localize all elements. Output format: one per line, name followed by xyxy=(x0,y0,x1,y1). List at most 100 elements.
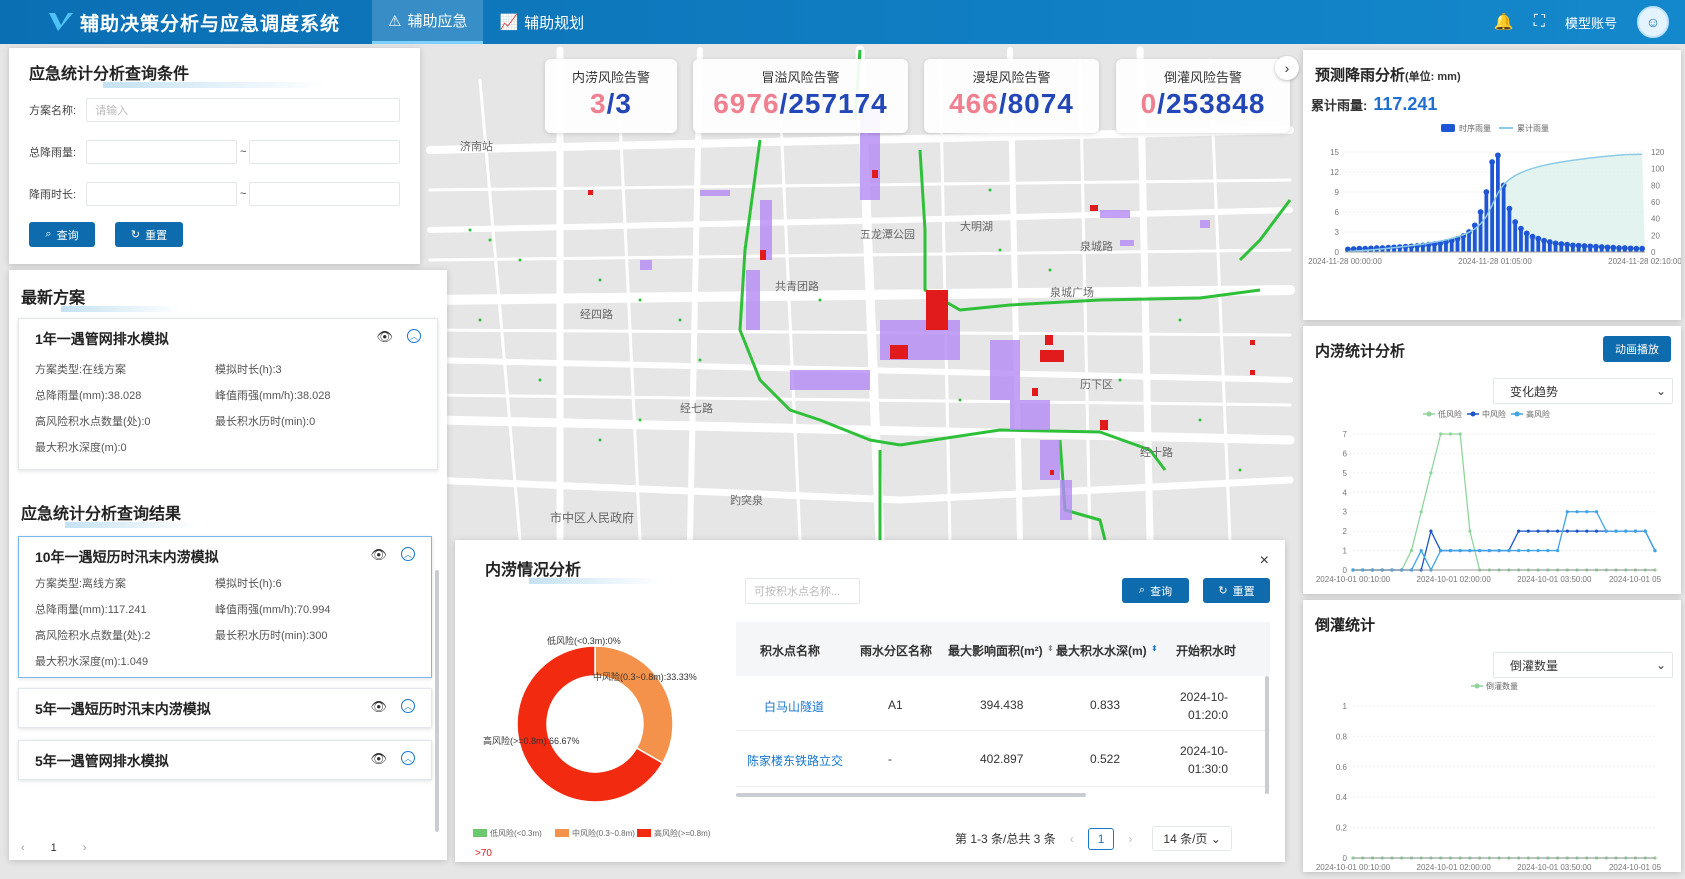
point-search-input[interactable]: 可按积水点名称... xyxy=(745,578,860,604)
account-name[interactable]: 模型账号 xyxy=(1565,13,1617,32)
series-line xyxy=(1353,511,1656,572)
alert-label: 倒灌风险告警 xyxy=(1163,70,1242,85)
acc-value: 117.241 xyxy=(1373,94,1438,114)
horizontal-scrollbar[interactable] xyxy=(736,793,1086,797)
page-size-select[interactable]: 14 条/页 ⌄ xyxy=(1152,826,1232,851)
card-title: 1年一遇管网排水模拟 xyxy=(35,331,169,347)
next-page-icon[interactable]: › xyxy=(1128,832,1132,846)
search-button[interactable]: ⌕ 查询 xyxy=(29,222,95,247)
duration-max-input[interactable] xyxy=(249,182,400,206)
data-point xyxy=(1526,529,1530,533)
y-tick-label: 0 xyxy=(1343,854,1348,863)
alert-embankment[interactable]: 漫堤风险告警 466/8074 xyxy=(924,59,1099,133)
prev-page-icon[interactable]: ‹ xyxy=(1070,832,1074,846)
rain-max-input[interactable] xyxy=(249,140,400,164)
nav-tab-emergency[interactable]: ⚠ 辅助应急 xyxy=(372,0,484,44)
eye-icon[interactable]: 👁 xyxy=(370,547,387,563)
eye-icon[interactable]: 👁 xyxy=(376,329,393,345)
chevron-down-icon: ⌄ xyxy=(1210,832,1221,846)
collapse-arrow-icon[interactable]: › xyxy=(1275,56,1299,80)
sim-duration: 模拟时长(h):6 xyxy=(215,578,282,590)
y-tick-label: 7 xyxy=(1343,430,1348,439)
reset-button[interactable]: ↻ 重置 xyxy=(115,222,183,247)
vertical-scrollbar[interactable] xyxy=(1265,676,1269,794)
sort-icon[interactable]: ⬍ xyxy=(1047,644,1054,653)
data-point xyxy=(1594,510,1599,514)
prev-page-icon[interactable]: ‹ xyxy=(21,842,25,854)
backflow-select[interactable]: 倒灌数量 ⌄ xyxy=(1493,652,1673,678)
data-point xyxy=(1458,548,1462,553)
alert-total: 253848 xyxy=(1165,88,1266,119)
close-icon[interactable]: × xyxy=(1260,552,1269,570)
bell-icon[interactable]: 🔔 xyxy=(1494,12,1514,32)
analysis-title: 内涝情况分析 xyxy=(485,556,705,584)
refresh-icon: ↻ xyxy=(1218,585,1228,597)
data-point xyxy=(1507,548,1511,553)
scrollbar[interactable] xyxy=(435,570,439,832)
data-point xyxy=(1458,432,1462,436)
collapse-icon[interactable]: ︿ xyxy=(407,329,421,343)
data-point xyxy=(1468,529,1472,533)
chart-icon: 📈 xyxy=(499,14,519,31)
alert-backflow[interactable]: 倒灌风险告警 0/253848 xyxy=(1116,59,1290,133)
range-sep: ~ xyxy=(240,146,247,158)
alert-overflow[interactable]: 冒溢风险告警 6976/257174 xyxy=(693,59,908,133)
peak-intensity: 峰值雨强(mm/h):38.028 xyxy=(215,390,331,402)
col-header: 雨水分区名称 xyxy=(860,644,933,658)
sort-icon[interactable]: ⬍ xyxy=(1151,644,1158,653)
data-point xyxy=(1429,529,1433,533)
analysis-search-button[interactable]: ⌕ 查询 xyxy=(1122,578,1189,603)
collapse-icon[interactable]: ︿ xyxy=(401,547,415,561)
point-name-link[interactable]: 白马山隧道 xyxy=(764,698,824,715)
legend-swatch xyxy=(473,829,487,837)
legend-marker xyxy=(1514,411,1520,417)
trend-select[interactable]: 变化趋势 ⌄ xyxy=(1493,378,1673,404)
fullscreen-icon[interactable]: ⛶ xyxy=(1534,13,1545,31)
rain-min-input[interactable] xyxy=(86,140,238,164)
legend-swatch xyxy=(555,829,569,837)
page-number[interactable]: 1 xyxy=(1087,827,1115,850)
eye-icon[interactable]: 👁 xyxy=(370,751,387,767)
nav-tab-planning[interactable]: 📈 辅助规划 xyxy=(483,0,600,44)
point-name-link[interactable]: 陈家楼东铁路立交 xyxy=(747,752,843,769)
rain-bar-cap xyxy=(1598,244,1605,250)
duration-min-input[interactable] xyxy=(86,182,238,206)
data-point xyxy=(1517,529,1521,533)
rain-bar xyxy=(1496,155,1500,252)
latest-card[interactable]: 1年一遇管网排水模拟 👁 ︿ 方案类型:在线方案 模拟时长(h):3 总降雨量(m… xyxy=(18,318,438,470)
legend-label: 累计雨量 xyxy=(1517,123,1549,133)
legend-label: 高风险(>=0.8m) xyxy=(654,828,711,838)
rain-bar-cap xyxy=(1558,241,1565,247)
collapse-icon[interactable]: ︿ xyxy=(401,751,415,765)
table-cell: 2024-10- xyxy=(1180,744,1229,758)
alert-waterlog[interactable]: 内涝风险告警 3/3 xyxy=(545,59,677,133)
result-card-1[interactable]: 10年一遇短历时汛末内涝模拟 👁 ︿ 方案类型:离线方案 模拟时长(h):6 总降… xyxy=(18,536,432,678)
map-label: 共青团路 xyxy=(775,280,819,293)
pie-slice xyxy=(594,645,674,765)
pie-label: 低风险(<0.3m):0% xyxy=(547,635,621,646)
rain-bar-cap xyxy=(1564,241,1570,248)
next-page-icon[interactable]: › xyxy=(83,842,87,854)
rain-bar-cap xyxy=(1541,237,1547,244)
eye-icon[interactable]: 👁 xyxy=(370,699,387,715)
chevron-down-icon: ⌄ xyxy=(1655,384,1666,398)
card-title: 5年一遇管网排水模拟 xyxy=(35,753,169,769)
rain-bar-cap xyxy=(1477,209,1484,215)
map-label: 经四路 xyxy=(580,308,613,321)
analysis-reset-button[interactable]: ↻ 重置 xyxy=(1203,578,1270,603)
animate-play-button[interactable]: 动画播放 xyxy=(1603,336,1671,362)
result-card-2[interactable]: 5年一遇短历时汛末内涝模拟 👁 ︿ xyxy=(18,688,432,728)
legend-label: 低风险(<0.3m) xyxy=(490,828,542,838)
page-number[interactable]: 1 xyxy=(51,842,57,854)
col-header: 最大影响面积(m²) xyxy=(948,644,1043,658)
result-card-3[interactable]: 5年一遇管网排水模拟 👁 ︿ xyxy=(18,740,432,780)
map-label: 经十路 xyxy=(1140,445,1173,459)
avatar[interactable]: ☺ xyxy=(1637,6,1669,38)
y-tick-label: 0.8 xyxy=(1336,732,1348,741)
analysis-dialog: 内涝情况分析 × 可按积水点名称... ⌕ 查询 ↻ 重置 低风险(<0.3m):0… xyxy=(455,540,1285,862)
rain-bar xyxy=(1501,185,1506,252)
risk-points: 高风险积水点数量(处):0 xyxy=(35,416,151,428)
collapse-icon[interactable]: ︿ xyxy=(401,699,415,713)
name-input[interactable]: 请输入 xyxy=(86,98,400,122)
map-label: 经七路 xyxy=(680,402,713,415)
